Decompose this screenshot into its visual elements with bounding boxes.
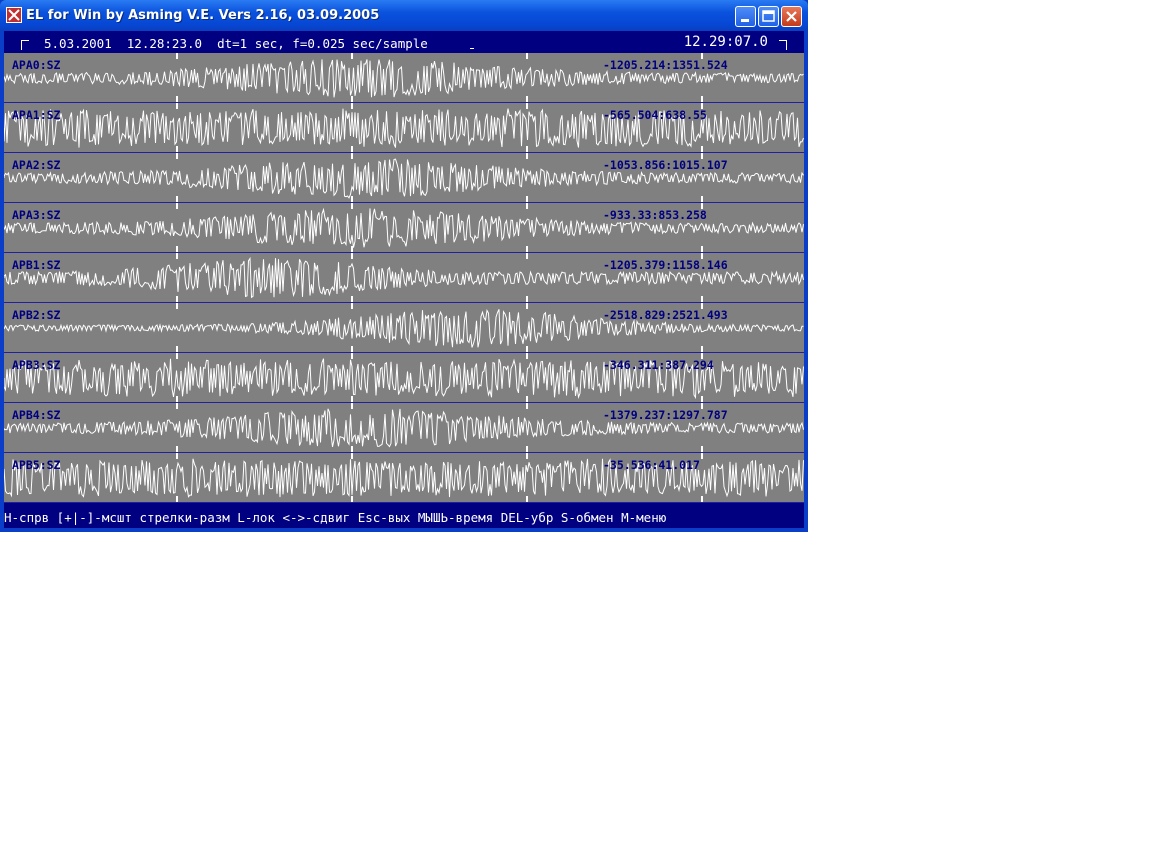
trace-range: -35.536:41.017 <box>603 458 700 472</box>
seismic-app-icon[interactable] <box>6 7 22 23</box>
trace-name: APB3:SZ <box>12 358 61 372</box>
time-header: 5.03.2001 12.28:23.0 dt=1 sec, f=0.025 s… <box>4 31 804 53</box>
trace-row[interactable]: APA3:SZ -933.33:853.258 <box>4 203 804 253</box>
trace-row[interactable]: APB2:SZ -2518.829:2521.493 <box>4 303 804 353</box>
trace-name: APA1:SZ <box>12 108 61 122</box>
trace-range: -2518.829:2521.493 <box>603 308 728 322</box>
trace-name: APB2:SZ <box>12 308 61 322</box>
trace-row[interactable]: APA0:SZ -1205.214:1351.524 <box>4 53 804 103</box>
trace-name: APA2:SZ <box>12 158 61 172</box>
seismogram-traces[interactable]: APA0:SZ -1205.214:1351.524 APA1:SZ -565.504… <box>4 53 804 503</box>
close-icon <box>786 11 797 22</box>
status-bar: H-спрв [+|-]-мсшт стрелки-разм L-лок <->… <box>4 505 804 528</box>
maximize-icon <box>762 10 775 22</box>
trace-name: APA3:SZ <box>12 208 61 222</box>
cursor-mark <box>470 48 474 49</box>
minimize-icon <box>741 19 749 22</box>
trace-name: APB5:SZ <box>12 458 61 472</box>
corner-right-marker <box>779 40 787 50</box>
trace-range: -1205.379:1158.146 <box>603 258 728 272</box>
trace-name: APB4:SZ <box>12 408 61 422</box>
trace-range: -1379.237:1297.787 <box>603 408 728 422</box>
trace-row[interactable]: APB3:SZ -346.311:387.294 <box>4 353 804 403</box>
hotkeys-help: H-спрв [+|-]-мсшт стрелки-разм L-лок <->… <box>4 510 667 525</box>
corner-left-marker <box>21 40 29 50</box>
trace-range: -1053.856:1015.107 <box>603 158 728 172</box>
maximize-button[interactable] <box>758 6 779 27</box>
trace-row[interactable]: APA1:SZ -565.504:638.55 <box>4 103 804 153</box>
trace-row[interactable]: APA2:SZ -1053.856:1015.107 <box>4 153 804 203</box>
trace-row[interactable]: APB1:SZ -1205.379:1158.146 <box>4 253 804 303</box>
close-button[interactable] <box>781 6 802 27</box>
app-window: EL for Win by Asming V.E. Vers 2.16, 03.… <box>0 0 808 532</box>
trace-range: -933.33:853.258 <box>603 208 707 222</box>
end-time: 12.29:07.0 <box>683 34 768 50</box>
trace-range: -1205.214:1351.524 <box>603 58 728 72</box>
trace-row[interactable]: APB4:SZ -1379.237:1297.787 <box>4 403 804 453</box>
minimize-button[interactable] <box>735 6 756 27</box>
record-info: 5.03.2001 12.28:23.0 dt=1 sec, f=0.025 s… <box>44 36 428 51</box>
trace-range: -346.311:387.294 <box>603 358 714 372</box>
trace-row[interactable]: APB5:SZ -35.536:41.017 <box>4 453 804 503</box>
trace-name: APA0:SZ <box>12 58 61 72</box>
trace-name: APB1:SZ <box>12 258 61 272</box>
trace-range: -565.504:638.55 <box>603 108 707 122</box>
client-area: 5.03.2001 12.28:23.0 dt=1 sec, f=0.025 s… <box>4 31 804 528</box>
window-title: EL for Win by Asming V.E. Vers 2.16, 03.… <box>26 8 380 23</box>
title-bar[interactable]: EL for Win by Asming V.E. Vers 2.16, 03.… <box>0 0 808 31</box>
